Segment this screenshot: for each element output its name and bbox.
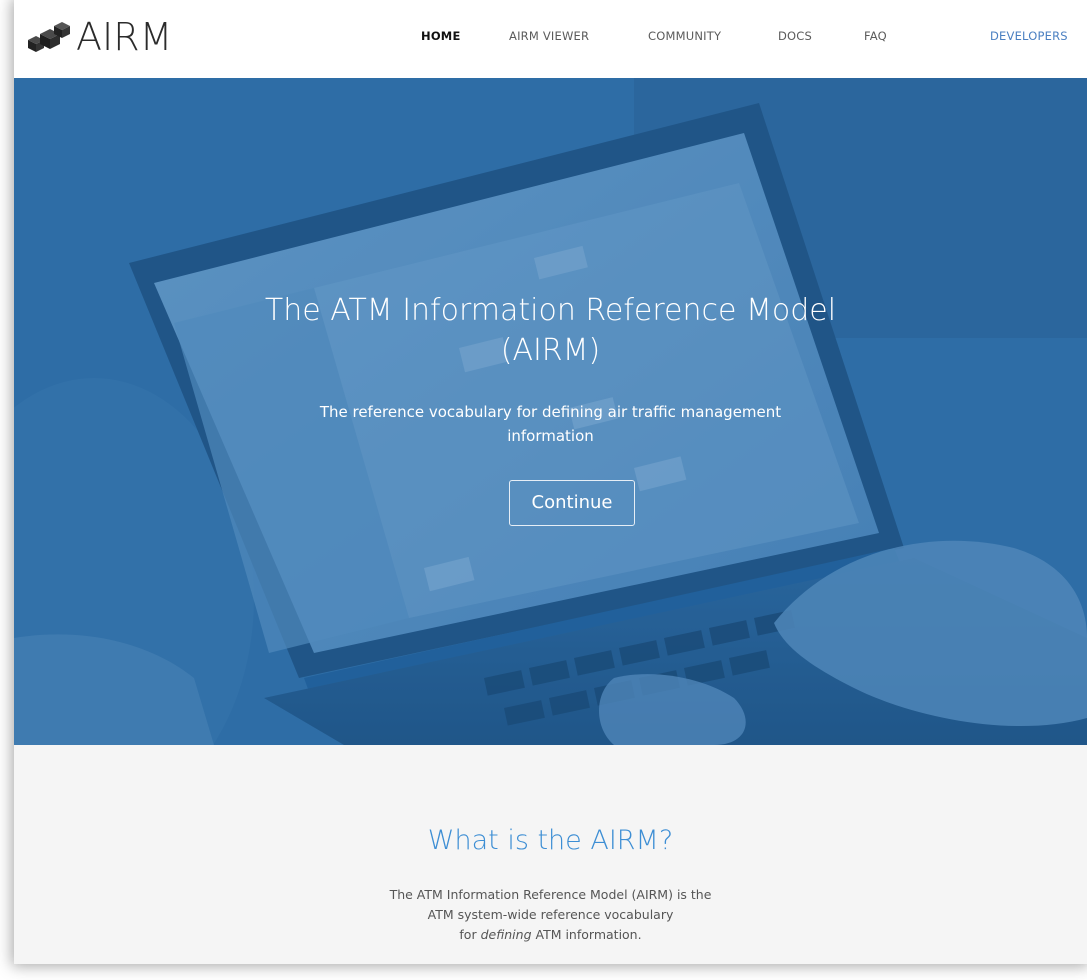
about-line-3-prefix: for (459, 927, 481, 942)
page: AIRM HOME AIRM VIEWER COMMUNITY DOCS FAQ… (14, 0, 1087, 964)
site-header: AIRM HOME AIRM VIEWER COMMUNITY DOCS FAQ… (14, 0, 1087, 78)
nav-airm-viewer[interactable]: AIRM VIEWER (509, 29, 589, 43)
hero-subtitle-line-2: information (507, 427, 594, 445)
nav-home[interactable]: HOME (421, 29, 461, 43)
hero-subtitle: The reference vocabulary for defining ai… (14, 400, 1087, 448)
hero-title-line-1: The ATM Information Reference Model (264, 293, 837, 328)
nav-faq[interactable]: FAQ (864, 29, 887, 43)
about-description: The ATM Information Reference Model (AIR… (14, 885, 1087, 945)
about-line-1: The ATM Information Reference Model (AIR… (389, 887, 712, 902)
about-section: What is the AIRM? The ATM Information Re… (14, 745, 1087, 964)
about-line-3: for defining ATM information. (14, 925, 1087, 945)
hero-title: The ATM Information Reference Model (AIR… (14, 291, 1087, 371)
about-line-3-emphasis: defining (480, 927, 532, 942)
about-line-3-suffix: ATM information. (531, 927, 642, 942)
about-line-2: ATM system-wide reference vocabulary (427, 907, 674, 922)
main-nav: HOME AIRM VIEWER COMMUNITY DOCS FAQ DEVE… (14, 29, 1087, 49)
hero-subtitle-line-1: The reference vocabulary for defining ai… (319, 403, 782, 421)
nav-developers[interactable]: DEVELOPERS (990, 29, 1068, 43)
nav-docs[interactable]: DOCS (778, 29, 812, 43)
about-title: What is the AIRM? (427, 825, 674, 856)
continue-button[interactable]: Continue (509, 480, 635, 526)
hero-banner: The ATM Information Reference Model (AIR… (14, 78, 1087, 745)
hero-title-line-2: (AIRM) (500, 333, 601, 368)
nav-community[interactable]: COMMUNITY (648, 29, 721, 43)
